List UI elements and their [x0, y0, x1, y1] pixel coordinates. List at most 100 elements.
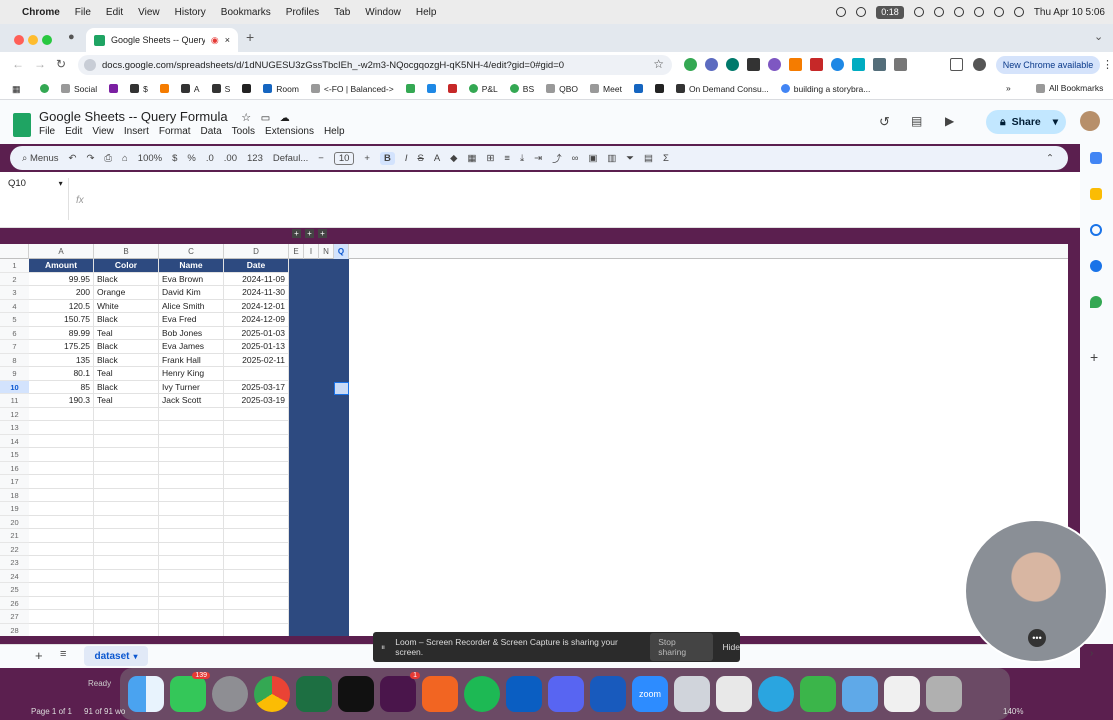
- table-cell[interactable]: 2024-12-09: [224, 313, 289, 327]
- new-chrome-available-button[interactable]: New Chrome available: [996, 56, 1100, 74]
- bookmark-icon[interactable]: [633, 84, 643, 93]
- column-header[interactable]: C: [159, 244, 224, 259]
- empty-cell[interactable]: [159, 542, 224, 556]
- empty-cell[interactable]: [94, 596, 159, 610]
- extension-icon[interactable]: [705, 58, 718, 71]
- table-cell[interactable]: 2025-01-13: [224, 340, 289, 354]
- bookmark-dollar[interactable]: $: [130, 84, 148, 94]
- zoom-window-button[interactable]: [42, 35, 52, 45]
- app-icon[interactable]: [800, 676, 836, 712]
- empty-cell[interactable]: [29, 475, 94, 489]
- empty-cell[interactable]: [94, 448, 159, 462]
- extension-icon[interactable]: [831, 58, 844, 71]
- back-icon[interactable]: ←: [12, 57, 24, 71]
- chrome-menu-icon[interactable]: ⋮: [1102, 58, 1113, 71]
- undo-icon[interactable]: ↶: [68, 153, 76, 164]
- empty-cell[interactable]: [224, 488, 289, 502]
- empty-cell[interactable]: [224, 407, 289, 421]
- empty-cell[interactable]: [94, 583, 159, 597]
- explore-arrow-icon[interactable]: ›: [1090, 648, 1093, 659]
- extension-icon[interactable]: [768, 58, 781, 71]
- extension-icon[interactable]: [852, 58, 865, 71]
- menubar-file[interactable]: File: [75, 7, 91, 18]
- row-number[interactable]: 20: [0, 515, 29, 529]
- bookmark-bs[interactable]: BS: [509, 84, 534, 94]
- empty-cell[interactable]: [224, 461, 289, 475]
- empty-cell[interactable]: [224, 421, 289, 435]
- messages-icon[interactable]: 139: [170, 672, 210, 712]
- empty-cell[interactable]: [159, 434, 224, 448]
- row-number[interactable]: 12: [0, 407, 29, 421]
- font-size-increase-icon[interactable]: +: [364, 153, 370, 164]
- header-cell[interactable]: Amount: [29, 259, 94, 273]
- menu-insert[interactable]: Insert: [124, 126, 149, 137]
- bookmark-icon[interactable]: [109, 84, 119, 93]
- bookmark-icon[interactable]: [40, 84, 49, 93]
- status-icon[interactable]: [836, 7, 847, 17]
- get-addons-icon[interactable]: +: [1090, 349, 1098, 365]
- empty-cell[interactable]: [224, 569, 289, 583]
- text-rotation-icon[interactable]: ⤴: [552, 151, 562, 165]
- empty-cell[interactable]: [29, 448, 94, 462]
- slack-icon[interactable]: 1: [380, 672, 420, 712]
- preview-icon[interactable]: [674, 676, 710, 712]
- column-header[interactable]: E: [289, 244, 304, 259]
- empty-cell[interactable]: [94, 515, 159, 529]
- header-cell[interactable]: Name: [159, 259, 224, 273]
- row-number[interactable]: 6: [0, 326, 29, 340]
- table-cell[interactable]: 2025-01-03: [224, 326, 289, 340]
- table-cell[interactable]: 190.3: [29, 394, 94, 408]
- spreadsheet-grid[interactable]: A B C D E I N Q 1 Amount Color Name Date 2 99.…: [0, 244, 1068, 636]
- filter-views-icon[interactable]: ▤: [644, 153, 653, 164]
- table-cell[interactable]: Teal: [94, 367, 159, 381]
- browser-tab-active[interactable]: Google Sheets -- Query I ◉ ×: [86, 28, 238, 52]
- empty-cell[interactable]: [224, 596, 289, 610]
- bookmark-room[interactable]: Room: [263, 84, 299, 94]
- app-icon[interactable]: [716, 676, 752, 712]
- star-icon[interactable]: ☆: [241, 112, 251, 124]
- empty-cell[interactable]: [224, 448, 289, 462]
- empty-cell[interactable]: [29, 488, 94, 502]
- header-cell[interactable]: Color: [94, 259, 159, 273]
- column-header-selected[interactable]: Q: [334, 244, 349, 259]
- zoom-select[interactable]: 100%: [138, 153, 162, 164]
- table-cell[interactable]: Ivy Turner: [159, 380, 224, 394]
- bookmark-icon[interactable]: [426, 84, 436, 93]
- empty-cell[interactable]: [29, 583, 94, 597]
- system-settings-icon[interactable]: [212, 676, 248, 712]
- minimize-window-button[interactable]: [28, 35, 38, 45]
- bookmark-s[interactable]: S: [211, 84, 230, 94]
- site-info-icon[interactable]: [84, 59, 96, 71]
- extension-icon[interactable]: [873, 58, 886, 71]
- expand-group-icon[interactable]: +: [292, 229, 301, 238]
- text-wrap-icon[interactable]: ⇥: [534, 153, 542, 164]
- table-cell[interactable]: [224, 367, 289, 381]
- menubar-app-name[interactable]: Chrome: [22, 7, 60, 18]
- row-number[interactable]: 17: [0, 475, 29, 489]
- table-cell[interactable]: 135: [29, 353, 94, 367]
- empty-cell[interactable]: [224, 515, 289, 529]
- keep-icon[interactable]: [1090, 188, 1102, 200]
- empty-cell[interactable]: [159, 502, 224, 516]
- empty-cell[interactable]: [159, 421, 224, 435]
- font-select[interactable]: Defaul...: [273, 153, 308, 164]
- row-number[interactable]: 4: [0, 299, 29, 313]
- table-cell[interactable]: 150.75: [29, 313, 94, 327]
- close-window-button[interactable]: [14, 35, 24, 45]
- menubar-profiles[interactable]: Profiles: [286, 7, 319, 18]
- all-sheets-icon[interactable]: ≡: [60, 648, 66, 660]
- expand-group-icon[interactable]: +: [318, 229, 327, 238]
- row-number[interactable]: 14: [0, 434, 29, 448]
- row-number[interactable]: 23: [0, 556, 29, 570]
- maps-icon[interactable]: [1090, 296, 1102, 308]
- empty-cell[interactable]: [94, 461, 159, 475]
- menu-extensions[interactable]: Extensions: [265, 126, 314, 137]
- empty-cell[interactable]: [224, 542, 289, 556]
- table-cell[interactable]: 89.99: [29, 326, 94, 340]
- menubar-help[interactable]: Help: [416, 7, 437, 18]
- extensions-puzzle-icon[interactable]: [894, 58, 907, 71]
- bookmark-fo-balanced[interactable]: <-FO | Balanced->: [310, 84, 394, 94]
- bookmark-pl[interactable]: P&L: [468, 84, 498, 94]
- column-header[interactable]: A: [29, 244, 94, 259]
- status-icon[interactable]: [913, 7, 924, 17]
